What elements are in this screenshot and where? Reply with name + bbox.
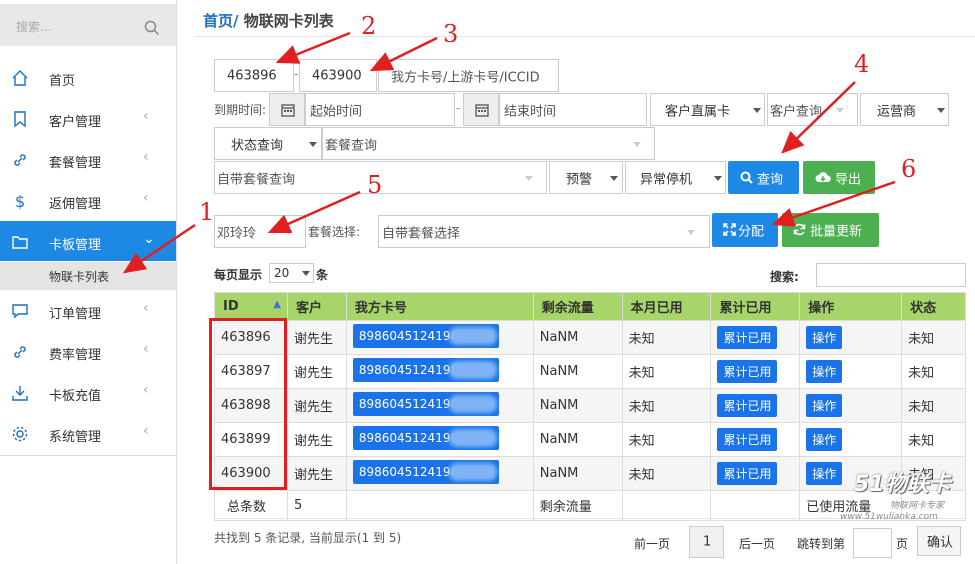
annotation-arrow-1 [122, 223, 196, 274]
annotation-number-1: 1 [199, 198, 215, 226]
annotation-number-3: 3 [443, 20, 459, 48]
annotation-arrow-5 [267, 190, 361, 234]
annotation-number-5: 5 [367, 171, 383, 199]
annotation-number-2: 2 [361, 12, 377, 40]
annotation-arrow-4 [781, 81, 856, 154]
annotation-arrow-3 [369, 36, 438, 72]
annotation-arrow-2 [275, 31, 351, 64]
annotation-arrows [122, 31, 896, 274]
annotation-number-6: 6 [901, 155, 917, 183]
annotation-number-4: 4 [854, 50, 870, 78]
annotation-arrow-6 [771, 180, 896, 227]
id-highlight-box [209, 318, 287, 490]
